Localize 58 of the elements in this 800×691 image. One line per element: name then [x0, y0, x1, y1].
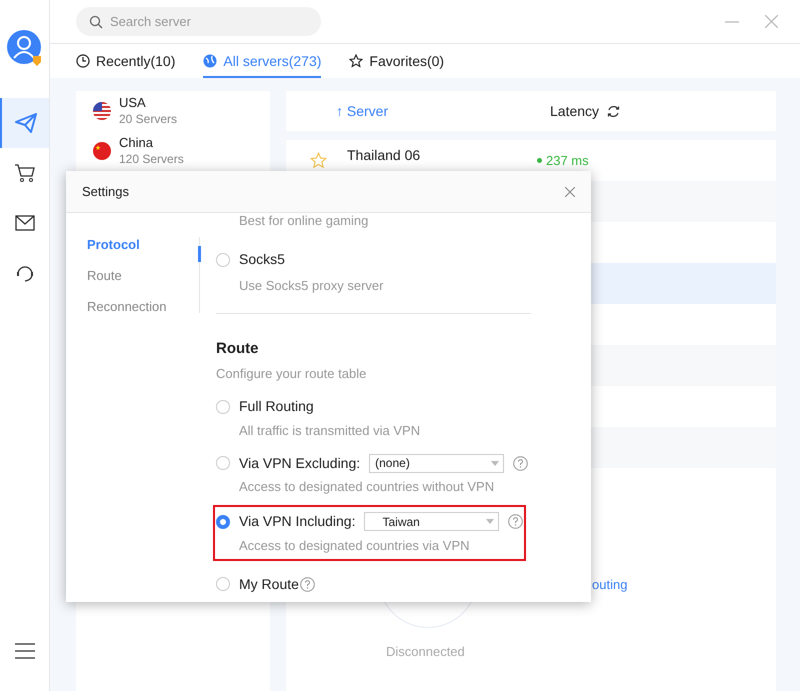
clock-icon	[76, 54, 90, 68]
paper-plane-icon	[14, 113, 36, 133]
option-description: Use Socks5 proxy server	[238, 277, 384, 295]
refresh-icon[interactable]	[607, 104, 620, 118]
star-icon	[349, 54, 364, 68]
option-description: Access to designated countries without VPN	[238, 478, 496, 496]
radio-button[interactable]	[216, 577, 230, 591]
option-label[interactable]: Socks5	[239, 249, 285, 270]
cart-icon	[14, 163, 36, 183]
avatar-icon[interactable]	[6, 30, 42, 68]
option-label[interactable]: Full Routing	[239, 396, 314, 417]
search-icon	[89, 15, 103, 29]
radio-button[interactable]	[216, 514, 230, 528]
country-name: China	[119, 135, 154, 152]
option-description: All traffic is transmitted via VPN	[238, 422, 422, 440]
caret-icon	[491, 460, 500, 466]
connection-status: Disconnected	[386, 643, 465, 661]
globe-icon	[203, 54, 218, 68]
help-icon[interactable]	[513, 456, 528, 470]
flag-icon	[93, 102, 111, 120]
help-icon[interactable]	[300, 576, 315, 592]
tab[interactable]: Favorites(0)	[349, 46, 444, 78]
radio-button[interactable]	[216, 252, 230, 266]
server-count: 20 Servers	[119, 112, 178, 127]
server-count: 120 Servers	[119, 152, 184, 167]
mail-icon	[14, 215, 34, 231]
option-label[interactable]: Via VPN Including:	[239, 511, 356, 532]
country-name: USA	[119, 95, 147, 112]
active-indicator	[198, 246, 201, 262]
section-heading: Route	[216, 338, 260, 358]
menu-icon[interactable]	[14, 643, 34, 659]
settings-nav-item[interactable]: Route	[66, 266, 200, 297]
server-name: Thailand 06	[347, 146, 422, 165]
help-icon[interactable]	[508, 514, 524, 529]
option-description: Access to designated countries via VPN	[238, 536, 471, 555]
settings-nav-item[interactable]: Protocol	[66, 235, 200, 266]
option-label[interactable]: My Route	[239, 574, 299, 594]
option-description: Best for online gaming	[238, 213, 370, 229]
column-header[interactable]: ↑ Server	[336, 100, 550, 122]
section-description: Configure your route table	[216, 365, 368, 383]
routing-link[interactable]: outing	[592, 575, 628, 594]
radio-button[interactable]	[216, 456, 230, 470]
tab[interactable]: Recently(10)	[76, 46, 176, 78]
flag-icon	[93, 142, 111, 160]
close-icon[interactable]	[765, 15, 778, 28]
dialog-title: Settings	[82, 182, 129, 201]
latency: 237 ms	[546, 152, 589, 170]
country-dropdown[interactable]: (none)	[369, 454, 504, 472]
radio-button[interactable]	[216, 400, 230, 414]
minimize-icon[interactable]	[725, 20, 739, 22]
option-label[interactable]: Via VPN Excluding:	[239, 452, 360, 474]
close-icon[interactable]	[565, 186, 575, 196]
settings-nav-item[interactable]: Reconnection	[66, 297, 200, 328]
star-icon[interactable]	[310, 152, 327, 169]
column-header: Latency	[550, 102, 600, 121]
search-field[interactable]: Search server	[76, 7, 321, 36]
country-dropdown[interactable]: Taiwan	[364, 512, 500, 531]
caret-icon	[486, 519, 494, 524]
